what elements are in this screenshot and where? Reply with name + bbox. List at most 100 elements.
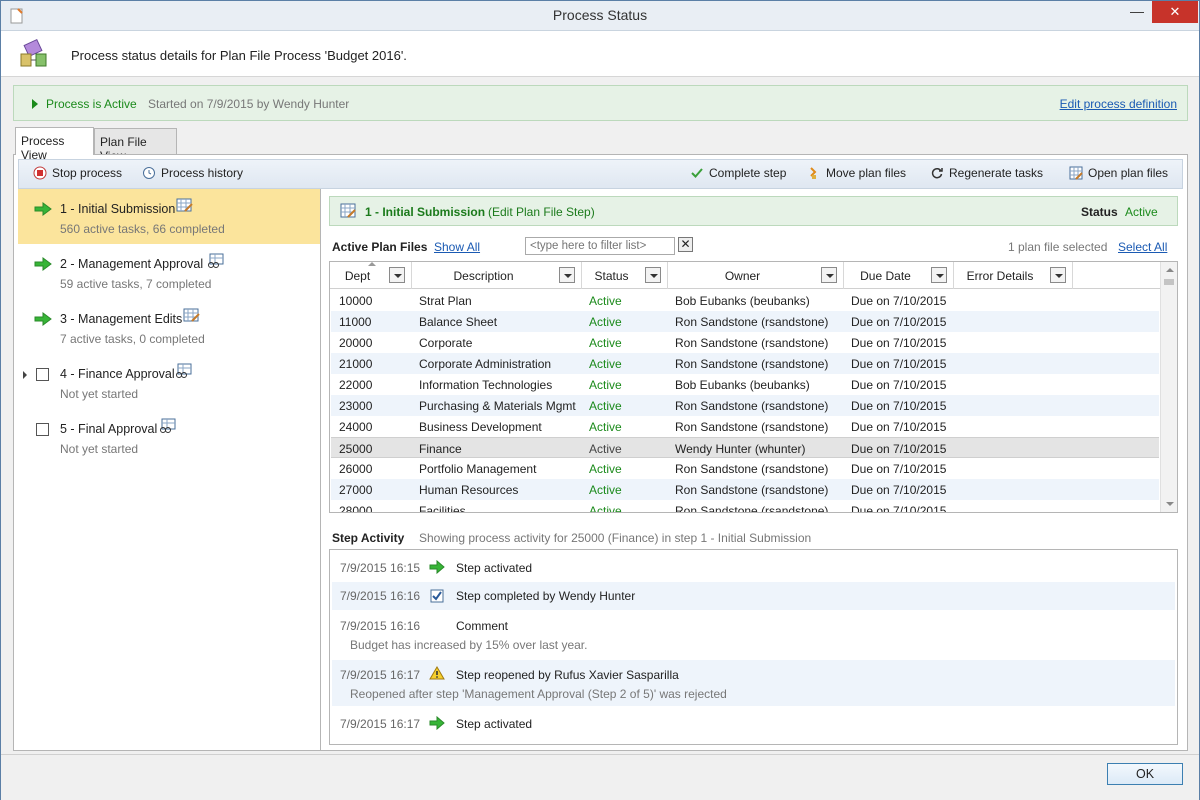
clear-filter-icon[interactable]: ✕ [678,237,693,252]
filter-input[interactable] [525,237,675,255]
table-row[interactable]: 11000 Balance Sheet Active Ron Sandstone (r… [331,311,1159,332]
column-filter-dropdown[interactable] [1050,267,1066,283]
activity-time: 7/9/2015 16:15 [340,561,421,575]
step-item-5[interactable]: 5 - Final Approval Not yet started [18,409,320,464]
table-row[interactable]: 27000 Human Resources Active Ron Sandstone … [331,479,1159,500]
stop-process-button[interactable]: Stop process [33,166,122,180]
step-name: 1 - Initial Submission [60,202,176,216]
table-row[interactable]: 10000 Strat Plan Active Bob Eubanks (beuban… [331,290,1159,311]
stop-icon [33,166,47,180]
table-row[interactable]: 22000 Information Technologies Active Bob E… [331,374,1159,395]
table-cell-due-date: Due on 7/10/2015 [851,294,947,308]
column-filter-dropdown[interactable] [931,267,947,283]
edit-grid-icon [176,198,193,212]
green-arrow-icon [429,716,445,730]
title-bar: Process Status — ✕ [1,1,1199,31]
column-filter-dropdown[interactable] [645,267,661,283]
column-header-due-date[interactable]: Due Date [844,262,954,289]
column-header-dept[interactable]: Dept [330,262,412,289]
table-cell-dept: 24000 [339,420,373,434]
table-cell-due-date: Due on 7/10/2015 [851,357,947,371]
plan-files-table: Dept Description Status Owner Due Date E… [329,261,1178,513]
step-item-4[interactable]: 4 - Finance Approval Not yet started [18,354,320,409]
table-row[interactable]: 20000 Corporate Active Ron Sandstone (rsand… [331,332,1159,353]
approval-grid-icon [176,363,192,378]
column-header-status[interactable]: Status [582,262,668,289]
column-header-owner[interactable]: Owner [668,262,844,289]
close-button[interactable]: ✕ [1152,1,1198,23]
step-status-value: Active [1125,205,1158,219]
window-title: Process Status [552,7,648,23]
step-checkbox [36,423,49,436]
table-row[interactable]: 28000 Facilities Active Ron Sandstone (rsan… [331,500,1159,512]
table-cell-owner: Wendy Hunter (whunter) [675,442,806,456]
step-item-2[interactable]: 2 - Management Approval 59 active tasks,… [18,244,320,299]
header-text: Process status details for Plan File Pro… [71,48,407,63]
column-header-description[interactable]: Description [412,262,582,289]
table-cell-dept: 25000 [339,442,373,456]
activity-entry: 7/9/2015 16:16 Step completed by Wendy H… [332,582,1175,610]
table-row[interactable]: 26000 Portfolio Management Active Ron Sands… [331,458,1159,479]
table-row[interactable]: 25000 Finance Active Wendy Hunter (whunter)… [331,437,1159,458]
table-cell-status: Active [589,294,622,308]
table-cell-status: Active [589,483,622,497]
step-title: 1 - Initial Submission [365,205,486,219]
step-summary: 560 active tasks, 66 completed [60,222,225,236]
expand-arrow-icon[interactable] [23,371,27,379]
select-all-link[interactable]: Select All [1118,240,1167,254]
minimize-button[interactable]: — [1125,1,1149,23]
table-cell-description: Corporate Administration [419,357,552,371]
scroll-up-icon[interactable] [1166,268,1174,272]
table-cell-description: Portfolio Management [419,462,537,476]
tab-process-view[interactable]: Process View [15,127,94,162]
step-summary: Not yet started [60,442,139,456]
step-summary: 59 active tasks, 7 completed [60,277,212,291]
activity-text: Step activated [456,717,533,731]
activity-text: Comment [456,619,509,633]
step-status-label: Status [1081,205,1118,219]
activity-entry: 7/9/2015 16:16 Comment Budget has increa… [332,612,1175,658]
table-row[interactable]: 24000 Business Development Active Ron Sands… [331,416,1159,437]
column-filter-dropdown[interactable] [389,267,405,283]
complete-step-button[interactable]: Complete step [690,166,786,180]
activity-time: 7/9/2015 16:16 [340,589,421,603]
process-history-button[interactable]: Process history [142,166,243,180]
active-plan-files-label: Active Plan Files [332,240,428,254]
table-cell-due-date: Due on 7/10/2015 [851,315,947,329]
column-filter-dropdown[interactable] [559,267,575,283]
process-status-window: Process Status — ✕ Process status detail… [0,0,1200,800]
table-cell-dept: 10000 [339,294,373,308]
open-plan-files-button[interactable]: Open plan files [1069,166,1168,180]
table-cell-due-date: Due on 7/10/2015 [851,442,947,456]
step-item-3[interactable]: 3 - Management Edits 7 active tasks, 0 c… [18,299,320,354]
column-header-error-details[interactable]: Error Details [954,262,1073,289]
refresh-icon [931,167,943,179]
table-cell-status: Active [589,357,622,371]
table-cell-owner: Ron Sandstone (rsandstone) [675,315,829,329]
stop-process-label: Stop process [52,166,123,180]
scroll-thumb[interactable] [1164,279,1174,285]
activity-entry: 7/9/2015 16:17 Step activated [332,708,1175,736]
activity-time: 7/9/2015 16:17 [340,668,421,682]
move-plan-files-button[interactable]: Move plan files [807,166,906,180]
table-cell-dept: 21000 [339,357,373,371]
column-filter-dropdown[interactable] [821,267,837,283]
tab-plan-file-view[interactable]: Plan File View [94,128,177,163]
scroll-down-icon[interactable] [1166,502,1174,506]
table-cell-description: Balance Sheet [419,315,498,329]
sort-ascending-icon [368,262,376,266]
table-row[interactable]: 21000 Corporate Administration Active Ron S… [331,353,1159,374]
table-scrollbar[interactable] [1160,262,1177,512]
table-cell-description: Finance [419,442,462,456]
process-view-panel: Stop process Process history Complete st… [13,154,1188,751]
regenerate-tasks-button[interactable]: Regenerate tasks [930,166,1043,180]
move-plan-files-label: Move plan files [826,166,907,180]
step-item-1[interactable]: 1 - Initial Submission 560 active tasks,… [18,189,320,244]
table-cell-due-date: Due on 7/10/2015 [851,399,947,413]
edit-process-definition-link[interactable]: Edit process definition [1060,97,1177,111]
show-all-link[interactable]: Show All [434,240,480,254]
ok-button[interactable]: OK [1107,763,1183,785]
table-row[interactable]: 23000 Purchasing & Materials Mgmt Active Ro… [331,395,1159,416]
step-type: (Edit Plan File Step) [488,205,595,219]
checkbox-checked-icon [430,589,444,603]
